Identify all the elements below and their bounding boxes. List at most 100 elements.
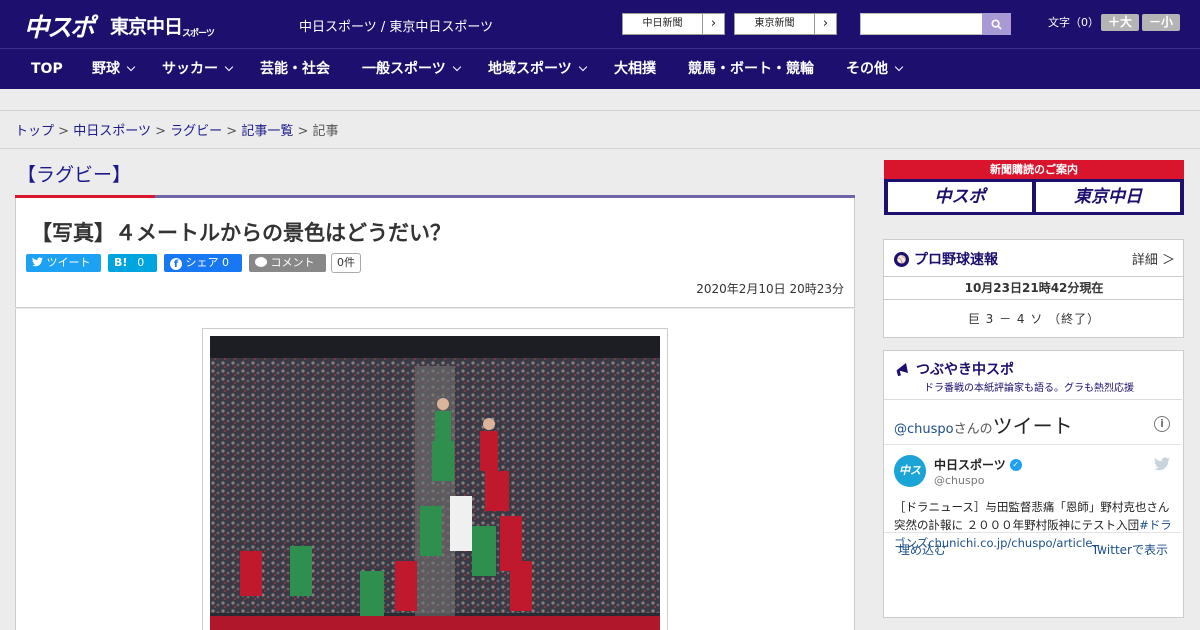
- breadcrumb-divider: [0, 148, 1200, 149]
- font-larger-button[interactable]: ＋大: [1101, 14, 1139, 31]
- chevron-down-icon: [452, 62, 461, 72]
- article-photo-frame: [202, 328, 668, 630]
- tweets-title-label: つぶやき中スポ: [916, 362, 1014, 378]
- nav-label: サッカー: [162, 61, 218, 77]
- timeline-divider: [884, 444, 1182, 445]
- chuspo-logo[interactable]: 中スポ: [24, 8, 95, 44]
- baseball-detail-link[interactable]: 詳細 ＞: [1132, 249, 1175, 268]
- nav-label: 競馬・ボート・競輪: [688, 61, 814, 77]
- facebook-icon: f: [170, 258, 182, 270]
- timeline-header-suffix: さんの: [953, 422, 993, 437]
- search-icon: [991, 18, 1002, 30]
- top-header: 中スポ 東京中日スポーツ 中日スポーツ / 東京中日スポーツ 中日新聞 › 東京…: [0, 0, 1200, 48]
- nav-label: TOP: [31, 61, 63, 77]
- ad-tokyo-logo[interactable]: 東京中日: [1036, 182, 1180, 212]
- tokyo-logo-small: スポーツ: [182, 29, 215, 39]
- nav-item-baseball[interactable]: 野球: [92, 49, 136, 90]
- twitter-timeline-embed: @chuspoさんのツイート i 中ス 中日スポーツ ✓ @chuspo ［ドラ…: [884, 399, 1182, 550]
- breadcrumb-current: 記事: [312, 124, 339, 139]
- photo-illustration: [210, 336, 660, 630]
- main-nav: TOP 野球 サッカー 芸能・社会 一般スポーツ 地域スポーツ 大相撲 競馬・ボ…: [0, 48, 1200, 89]
- font-smaller-button[interactable]: －小: [1142, 14, 1180, 31]
- timeline-header-big: ツイート: [992, 414, 1073, 438]
- tweet-author-name: 中日スポーツ: [934, 458, 1006, 472]
- rugby-lineout-photo[interactable]: [210, 336, 660, 630]
- subscription-ad[interactable]: 新聞購読のご案内 中スポ 東京中日: [884, 160, 1184, 215]
- twitter-bird-icon: [32, 257, 43, 267]
- comment-count: 0件: [331, 253, 361, 273]
- verified-icon: ✓: [1009, 458, 1022, 471]
- breadcrumb-article-list[interactable]: 記事一覧: [241, 124, 293, 139]
- breadcrumb-chunichi-sports[interactable]: 中日スポーツ: [73, 124, 151, 139]
- facebook-share-count: 0: [222, 256, 229, 269]
- baseball-update-time: 10月23日21時42分現在: [884, 276, 1184, 300]
- embed-link[interactable]: 埋め込む: [898, 541, 946, 558]
- nav-label: 芸能・社会: [260, 61, 330, 77]
- chunichi-shimbun-button[interactable]: 中日新聞 ›: [622, 13, 725, 35]
- timeline-header: @chuspoさんのツイート: [894, 410, 1073, 439]
- tweets-subtitle: ドラ番戦の本紙評論家も語る。グラも熱烈応援: [924, 383, 1134, 394]
- nav-label: 野球: [92, 61, 120, 77]
- nav-label: 地域スポーツ: [488, 61, 572, 77]
- tweet-button[interactable]: ツイート: [26, 254, 101, 272]
- tweets-panel: つぶやき中スポ ドラ番戦の本紙評論家も語る。グラも熱烈応援 @chuspoさんの…: [883, 350, 1184, 618]
- nav-label: その他: [846, 61, 888, 77]
- baseball-icon: ⚾: [894, 251, 909, 267]
- search-button[interactable]: [982, 13, 1011, 35]
- breadcrumb-rugby[interactable]: ラグビー: [170, 124, 222, 139]
- timeline-handle[interactable]: @chuspo: [894, 422, 954, 437]
- info-icon[interactable]: i: [1154, 416, 1170, 432]
- category-heading: 【ラグビー】: [17, 164, 132, 186]
- baseball-score[interactable]: 巨 3 － 4 ソ （終了）: [884, 310, 1184, 327]
- article-date: 2020年2月10日 20時23分: [696, 282, 844, 296]
- paper-button-label: 中日新聞: [623, 14, 703, 34]
- breadcrumb: トップ > 中日スポーツ > ラグビー > 記事一覧 > 記事: [15, 120, 339, 139]
- search-input[interactable]: [860, 13, 984, 35]
- breadcrumb-separator: >: [58, 124, 70, 139]
- view-on-twitter-link[interactable]: Twitterで表示: [1092, 541, 1168, 558]
- avatar[interactable]: 中ス: [894, 455, 926, 487]
- chevron-right-icon: ›: [710, 16, 717, 31]
- baseball-scores-panel: ⚾ プロ野球速報 詳細 ＞ 10月23日21時42分現在 巨 3 － 4 ソ （…: [883, 239, 1184, 338]
- tweet-author[interactable]: 中日スポーツ ✓: [934, 456, 1022, 473]
- nav-item-other[interactable]: その他: [846, 49, 904, 90]
- breadcrumb-separator: >: [297, 124, 309, 139]
- chevron-down-icon: [894, 62, 904, 72]
- baseball-title: ⚾ プロ野球速報: [894, 249, 998, 269]
- comment-button[interactable]: コメント: [249, 254, 326, 272]
- article-title: 【写真】４メートルからの景色はどうだい？: [31, 221, 451, 245]
- site-title[interactable]: 中日スポーツ / 東京中日スポーツ: [299, 16, 493, 35]
- nav-item-entertainment[interactable]: 芸能・社会: [260, 49, 330, 90]
- facebook-share-button[interactable]: f シェア 0: [164, 254, 242, 272]
- comment-bubble-icon: [255, 257, 267, 267]
- article-body: [15, 309, 855, 630]
- ad-chuspo-logo[interactable]: 中スポ: [888, 182, 1032, 212]
- chevron-right-icon: ›: [822, 16, 829, 31]
- hatena-label: B!: [114, 256, 128, 269]
- tweet-username[interactable]: @chuspo: [934, 474, 984, 487]
- tokyo-shimbun-button[interactable]: 東京新聞 ›: [734, 13, 837, 35]
- twitter-bird-icon[interactable]: [1154, 457, 1170, 471]
- ad-title: 新聞購読のご案内: [884, 160, 1184, 179]
- hatena-bookmark-button[interactable]: B! 0: [108, 254, 157, 272]
- breadcrumb-top[interactable]: トップ: [15, 124, 54, 139]
- comment-label: コメント: [270, 256, 315, 269]
- tokyo-chunichi-logo[interactable]: 東京中日スポーツ: [110, 12, 215, 39]
- nav-item-general-sports[interactable]: 一般スポーツ: [362, 49, 461, 90]
- tweets-title: つぶやき中スポ: [894, 359, 1014, 379]
- chevron-down-icon: [578, 62, 587, 72]
- font-size-label: 文字（0）: [1048, 16, 1099, 29]
- sub-band: [0, 89, 1200, 111]
- nav-item-top[interactable]: TOP: [31, 49, 63, 90]
- nav-label: 一般スポーツ: [362, 61, 446, 77]
- facebook-share-label: シェア: [185, 256, 219, 269]
- nav-item-sumo[interactable]: 大相撲: [614, 49, 656, 90]
- timeline-footer: 埋め込む Twitterで表示: [884, 532, 1182, 562]
- megaphone-icon: [896, 363, 908, 377]
- nav-item-soccer[interactable]: サッカー: [162, 49, 234, 90]
- nav-item-local-sports[interactable]: 地域スポーツ: [488, 49, 587, 90]
- breadcrumb-separator: >: [155, 124, 166, 139]
- tokyo-logo-text: 東京中日: [110, 16, 183, 38]
- nav-item-racing[interactable]: 競馬・ボート・競輪: [688, 49, 814, 90]
- nav-label: 大相撲: [614, 61, 656, 77]
